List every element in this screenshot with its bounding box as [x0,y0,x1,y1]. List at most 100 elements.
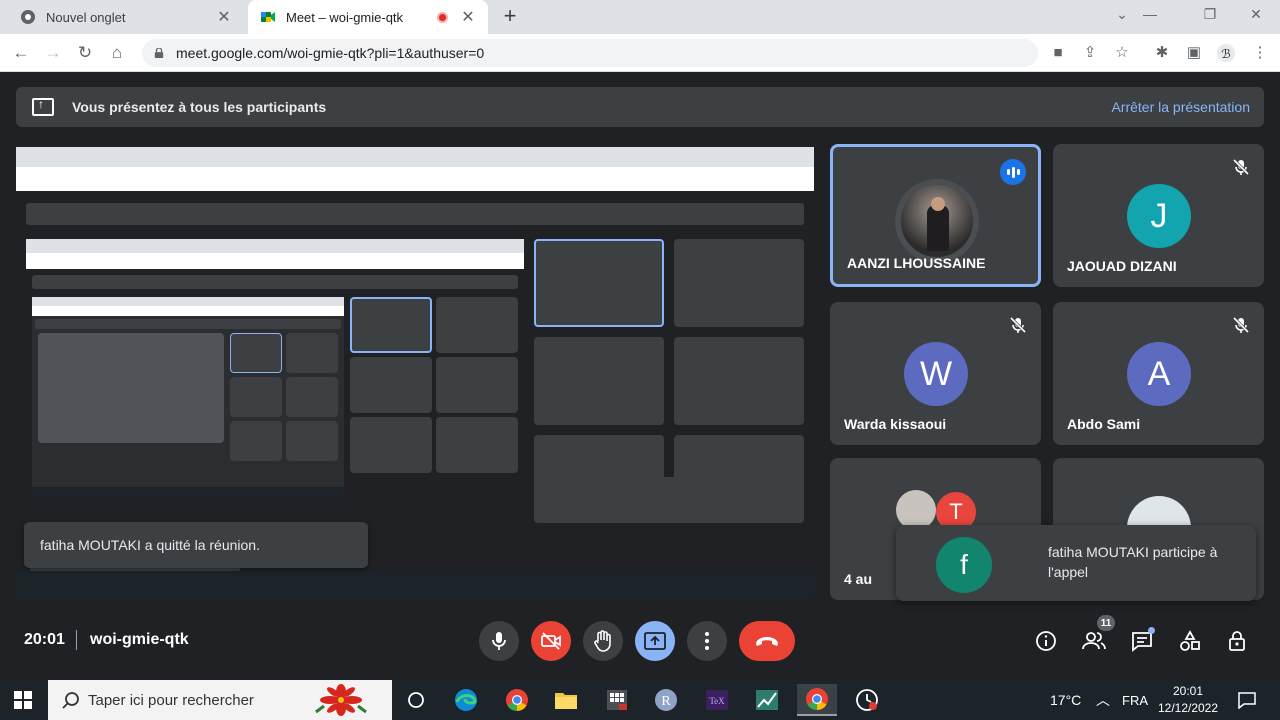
minimize-icon[interactable]: — [1140,6,1160,22]
profile-icon[interactable]: ℬ [1216,43,1236,63]
close-tab-icon[interactable]: ✕ [216,7,232,27]
poinsettia-icon [315,684,367,716]
taskbar-time: 20:01 [1172,684,1204,698]
participant-photo [895,179,979,263]
host-controls-button[interactable] [1225,628,1251,654]
tab-title: Nouvel onglet [46,9,126,25]
windows-start-icon[interactable] [14,691,32,709]
chrome-app-icon[interactable] [497,684,537,716]
participant-group-label: 4 au [844,571,873,587]
menu-kebab-icon[interactable]: ⋮ [1250,43,1270,63]
screen-recorder-icon[interactable] [847,684,887,716]
raise-hand-button[interactable] [583,621,623,661]
new-tab-button[interactable]: + [498,5,522,29]
presenting-text: Vous présentez à tous les participants [72,99,327,115]
svg-text:R: R [661,694,671,709]
forward-icon[interactable]: → [42,42,64,64]
back-icon[interactable]: ← [10,42,32,64]
participant-tile[interactable]: W Warda kissaoui [830,302,1041,445]
moon-icon [1023,691,1033,709]
chevron-down-icon[interactable]: ⌄ [1112,6,1132,23]
participant-tile[interactable]: AANZI LHOUSSAINE [830,144,1041,287]
mic-off-icon [1009,316,1027,334]
weather-temp: 17°C [1050,692,1082,708]
taskbar-search-box[interactable]: Taper ici pour rechercher [48,680,392,720]
search-icon [62,692,79,709]
browser-tabstrip: Nouvel onglet ✕ Meet – woi-gmie-qtk ✕ + … [0,0,1280,34]
chart-app-icon[interactable] [747,684,787,716]
people-icon [1082,632,1106,650]
kebab-icon [705,632,709,650]
texmaker-icon[interactable]: TeX [697,684,737,716]
avatar: J [1127,184,1191,248]
joined-call-toast: f fatiha MOUTAKI participe à l'appel [896,525,1256,601]
activities-button[interactable] [1177,628,1203,654]
tab-meet[interactable]: Meet – woi-gmie-qtk ✕ [248,0,488,34]
hang-up-icon [756,637,778,646]
chat-notification-dot [1148,627,1155,634]
extensions-icon[interactable]: ✱ [1152,43,1172,63]
browser-toolbar: ← → ↻ ⌂ meet.google.com/woi-gmie-qtk?pli… [0,34,1280,72]
mic-off-icon [1232,158,1250,176]
left-meeting-toast: fatiha MOUTAKI a quitté la réunion. [24,522,368,568]
participant-tile[interactable]: J JAOUAD DIZANI [1053,144,1264,287]
address-bar[interactable]: meet.google.com/woi-gmie-qtk?pli=1&authu… [142,39,1038,67]
tab-new-tab[interactable]: Nouvel onglet ✕ [8,0,244,34]
r-app-icon[interactable]: R [646,684,686,716]
meet-icon [260,9,276,25]
language-indicator[interactable]: FRA [1122,680,1148,720]
chevron-up-icon[interactable]: ︿ [1096,680,1110,720]
url-text: meet.google.com/woi-gmie-qtk?pli=1&authu… [176,45,485,61]
participant-tile[interactable]: A Abdo Sami [1053,302,1264,445]
meeting-clock: 20:01 [24,631,65,648]
present-button[interactable] [635,621,675,661]
calculator-app-icon[interactable] [597,684,637,716]
svg-text:TeX: TeX [709,696,725,706]
meeting-details-button[interactable] [1033,628,1059,654]
chrome-active-app-icon[interactable] [797,684,837,716]
edge-icon[interactable] [446,684,486,716]
participant-name: JAOUAD DIZANI [1067,258,1177,274]
camera-icon[interactable]: ■ [1048,43,1068,63]
leave-call-button[interactable] [739,621,795,661]
participant-name: AANZI LHOUSSAINE [847,255,986,271]
mic-off-icon [1232,316,1250,334]
restore-icon[interactable]: ❐ [1200,6,1220,23]
speaking-indicator-icon [1000,159,1026,185]
activities-icon [1180,630,1200,651]
notification-icon[interactable] [1238,680,1256,720]
divider [76,630,77,650]
bookmark-star-icon[interactable]: ☆ [1112,43,1132,63]
nested-screen-level-2 [26,239,524,589]
home-icon[interactable]: ⌂ [106,42,128,64]
meeting-code: woi-gmie-qtk [90,631,189,648]
more-options-button[interactable] [687,621,727,661]
nested-screen-level-3 [32,297,344,497]
close-window-icon[interactable]: ✕ [1246,6,1266,23]
close-tab-icon[interactable]: ✕ [460,7,476,27]
taskbar-clock[interactable]: 20:01 12/12/2022 [1152,683,1224,717]
mic-icon [492,632,506,650]
reload-icon[interactable]: ↻ [74,42,96,64]
lock-icon [154,48,164,58]
windows-taskbar: Taper ici pour rechercher R TeX 17°C ︿ F… [0,680,1280,720]
task-view-icon[interactable] [396,684,436,716]
side-panel-icon[interactable]: ▣ [1184,43,1204,63]
camera-button[interactable] [531,621,571,661]
microphone-button[interactable] [479,621,519,661]
present-screen-icon [644,632,666,650]
weather-widget[interactable]: 17°C [1018,680,1081,720]
info-icon [1036,631,1056,651]
search-placeholder: Taper ici pour rechercher [88,691,254,709]
lock-person-icon [1229,631,1245,651]
hand-icon [594,630,611,652]
taskbar-date: 12/12/2022 [1157,701,1219,715]
stop-presenting-button[interactable]: Arrêter la présentation [1111,99,1250,115]
share-icon[interactable]: ⇪ [1080,43,1100,63]
file-explorer-icon[interactable] [546,684,586,716]
participant-name: Warda kissaoui [844,416,947,432]
joined-call-text: fatiha MOUTAKI participe à l'appel [1048,544,1218,580]
svg-text:ℬ: ℬ [1221,47,1230,61]
avatar [896,490,936,530]
avatar: W [904,342,968,406]
